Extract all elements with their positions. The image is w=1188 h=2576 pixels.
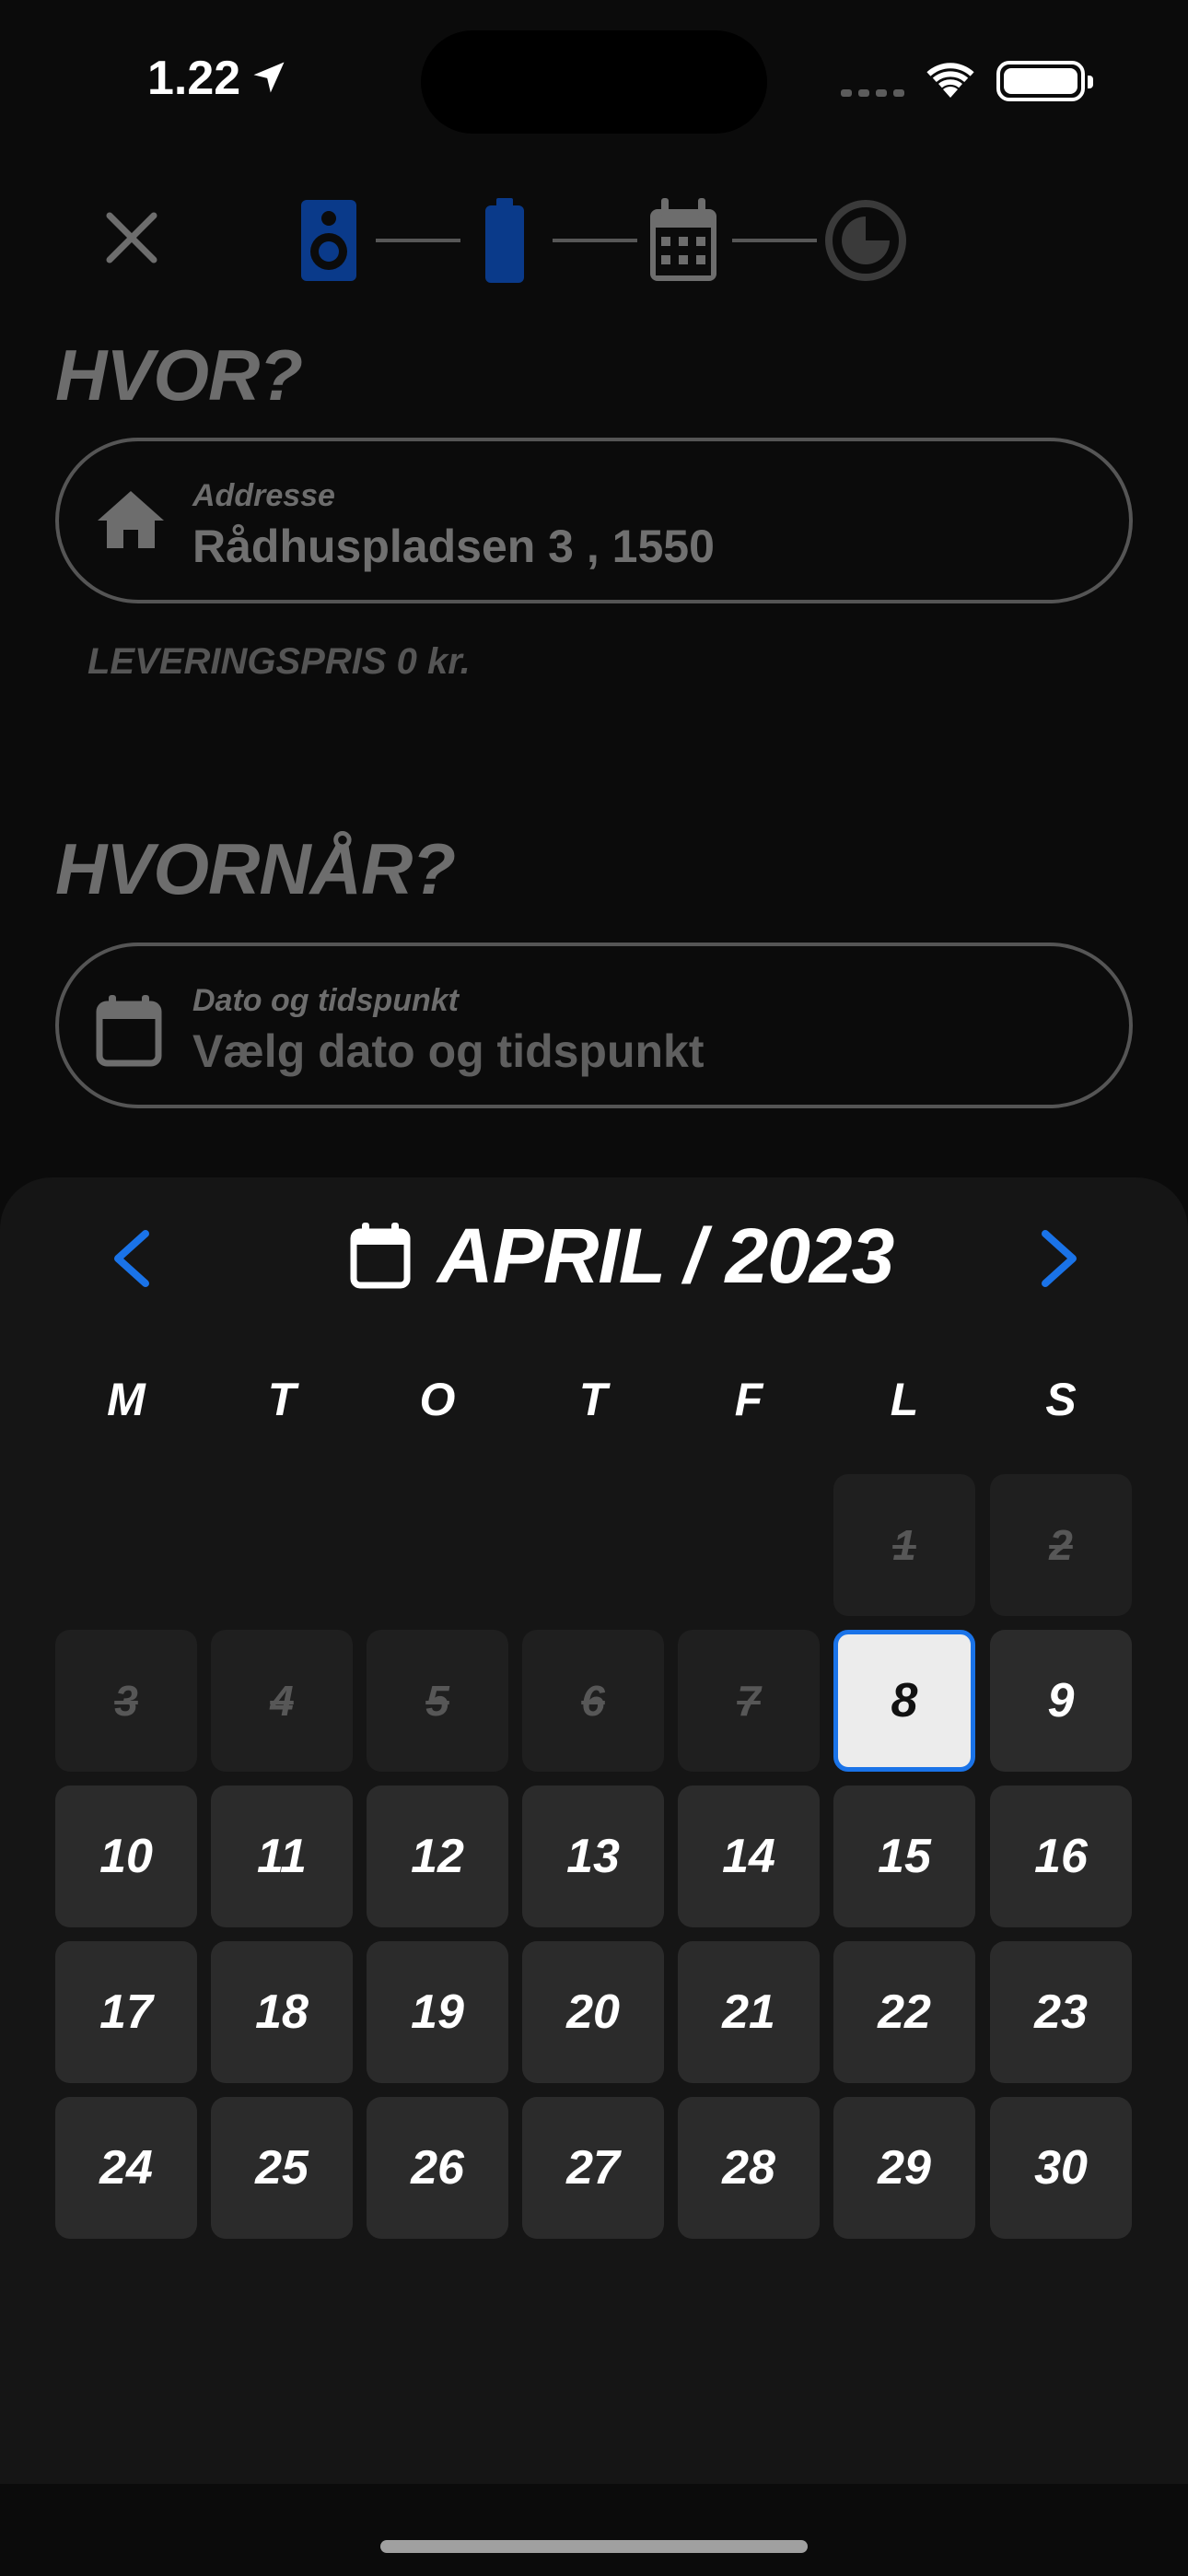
close-icon[interactable] xyxy=(104,210,159,265)
weekday-wed: O xyxy=(419,1374,456,1425)
battery-step-icon xyxy=(485,198,524,283)
calendar-day[interactable]: 12 xyxy=(367,1786,508,1927)
weekday-sat: L xyxy=(890,1374,919,1425)
date-time-field[interactable]: Dato og tidspunkt Vælg dato og tidspunkt xyxy=(55,943,1133,1108)
calendar-day[interactable]: 21 xyxy=(678,1941,820,2083)
calendar-day[interactable]: 25 xyxy=(211,2097,353,2239)
home-icon xyxy=(98,491,164,548)
date-time-label: Dato og tidspunkt xyxy=(192,983,459,1018)
calendar-day[interactable]: 10 xyxy=(55,1786,197,1927)
weekday-fri: F xyxy=(734,1374,763,1425)
calendar-day: 6 xyxy=(522,1630,664,1772)
weekday-tue: T xyxy=(267,1374,297,1425)
address-label: Addresse xyxy=(192,478,335,513)
calendar-day[interactable]: 16 xyxy=(990,1786,1132,1927)
calendar-month-label: APRIL / 2023 xyxy=(437,1212,894,1299)
calendar-day[interactable]: 29 xyxy=(833,2097,975,2239)
calendar-day[interactable]: 13 xyxy=(522,1786,664,1927)
chevron-left-icon[interactable] xyxy=(109,1228,155,1289)
wifi-icon xyxy=(926,63,974,98)
step-connector xyxy=(376,239,460,242)
calendar-day[interactable]: 26 xyxy=(367,2097,508,2239)
address-field[interactable]: Addresse Rådhuspladsen 3 , 1550 xyxy=(55,438,1133,603)
chevron-right-icon[interactable] xyxy=(1036,1228,1082,1289)
calendar-day[interactable]: 22 xyxy=(833,1941,975,2083)
home-indicator[interactable] xyxy=(380,2540,808,2553)
calendar-day[interactable]: 11 xyxy=(211,1786,353,1927)
calendar-day: 1 xyxy=(833,1474,975,1616)
status-bar: 1.22 xyxy=(0,0,1188,166)
delivery-price: LEVERINGSPRIS 0 kr. xyxy=(87,641,471,682)
calendar-day[interactable]: 15 xyxy=(833,1786,975,1927)
calendar-icon xyxy=(96,995,162,1067)
status-time: 1.22 xyxy=(147,52,241,105)
calendar-month-icon xyxy=(350,1223,411,1289)
calendar-day: 7 xyxy=(678,1630,820,1772)
calendar-day-selected[interactable]: 8 xyxy=(833,1630,975,1772)
calendar-day[interactable]: 28 xyxy=(678,2097,820,2239)
calendar-day[interactable]: 19 xyxy=(367,1941,508,2083)
date-time-placeholder: Vælg dato og tidspunkt xyxy=(192,1025,705,1077)
home-area xyxy=(0,2484,1188,2576)
battery-icon xyxy=(996,61,1093,101)
calendar-day: 2 xyxy=(990,1474,1132,1616)
dynamic-island xyxy=(421,30,767,134)
calendar-step-icon xyxy=(650,198,716,281)
calendar-day: 3 xyxy=(55,1630,197,1772)
calendar-day[interactable]: 30 xyxy=(990,2097,1132,2239)
calendar-day[interactable]: 23 xyxy=(990,1941,1132,2083)
calendar-day[interactable]: 20 xyxy=(522,1941,664,2083)
calendar-day[interactable]: 14 xyxy=(678,1786,820,1927)
calendar-day[interactable]: 17 xyxy=(55,1941,197,2083)
when-title: HVORNÅR? xyxy=(55,828,456,909)
calendar-day[interactable]: 27 xyxy=(522,2097,664,2239)
step-connector xyxy=(553,239,637,242)
address-value: Rådhuspladsen 3 , 1550 xyxy=(192,521,715,572)
calendar-day[interactable]: 18 xyxy=(211,1941,353,2083)
signal-icon xyxy=(841,89,904,97)
calendar-day[interactable]: 24 xyxy=(55,2097,197,2239)
weekday-mon: M xyxy=(107,1374,146,1425)
weekday-sun: S xyxy=(1045,1374,1077,1425)
speaker-icon xyxy=(301,200,356,281)
where-title: HVOR? xyxy=(55,334,303,416)
clock-step-icon xyxy=(825,200,906,281)
location-arrow-icon xyxy=(253,62,285,93)
calendar-day[interactable]: 9 xyxy=(990,1630,1132,1772)
weekday-thu: T xyxy=(578,1374,608,1425)
progress-steps xyxy=(295,196,921,285)
calendar-day: 5 xyxy=(367,1630,508,1772)
step-connector xyxy=(732,239,817,242)
calendar-day: 4 xyxy=(211,1630,353,1772)
